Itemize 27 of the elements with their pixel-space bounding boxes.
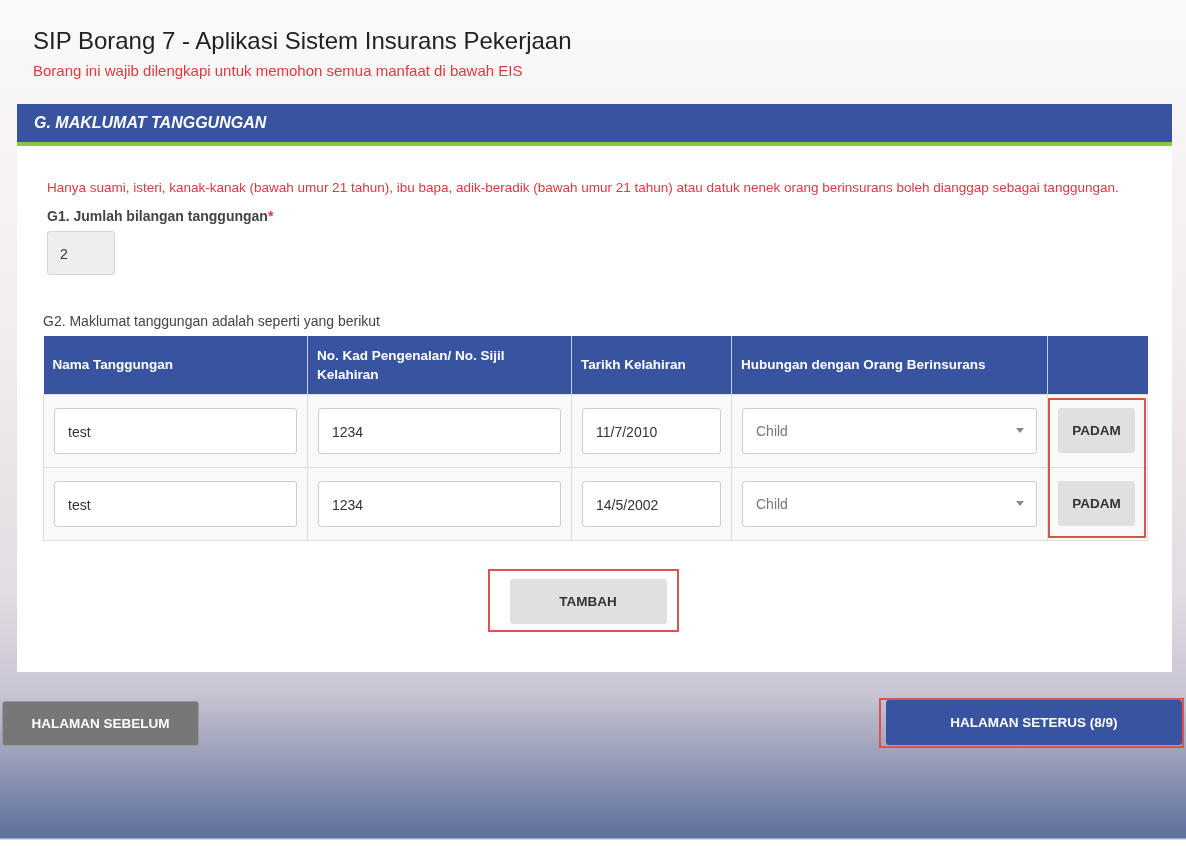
previous-page-button[interactable]: HALAMAN SEBELUM: [2, 700, 199, 746]
page-subtitle: Borang ini wajib dilengkapi untuk memohon semua manfaat di bawah EIS: [33, 62, 524, 79]
date-field[interactable]: 11/7/2010: [582, 407, 721, 454]
caret-icon: [1016, 428, 1024, 433]
column-header: No. Kad Pengenalan/ No. Sijil Kelahiran: [307, 336, 572, 394]
id-number-field[interactable]: 1234: [318, 480, 561, 527]
page-title: SIP Borang 7 - Aplikasi Sistem Insurans Pekerjaan: [33, 26, 573, 56]
delete-button[interactable]: PADAM: [1058, 481, 1135, 526]
required-mark: *: [267, 208, 274, 224]
delete-button[interactable]: PADAM: [1058, 408, 1135, 453]
notice-text: Hanya suami, isteri, kanak-kanak (bawah umur 21 tahun), ibu bapa, adik-beradik (bawah umur 21 tahun) atau datuk nenek orang berinsurans boleh dianggap sebagai tanggungan.: [46, 179, 1120, 197]
caret-icon: [1016, 501, 1024, 506]
section-header: G. MAKLUMAT TANGGUNGAN: [17, 104, 1172, 146]
table-caption: G2. Maklumat tanggungan adalah seperti yang berikut: [43, 313, 381, 329]
name-field[interactable]: test: [54, 407, 297, 454]
next-page-button[interactable]: HALAMAN SETERUS (8/9): [886, 700, 1182, 745]
column-header: Tarikh Kelahiran: [571, 336, 732, 394]
count-field[interactable]: 2: [47, 231, 115, 275]
column-header: Hubungan dengan Orang Berinsurans: [731, 336, 1048, 394]
date-field[interactable]: 14/5/2002: [582, 480, 721, 527]
add-button[interactable]: TAMBAH: [509, 578, 667, 624]
field-label: G1. Jumlah bilangan tanggungan: [47, 208, 268, 224]
relation-dropdown[interactable]: Child: [742, 407, 1037, 454]
id-number-field[interactable]: 1234: [318, 407, 561, 454]
column-header: Nama Tanggungan: [43, 336, 308, 394]
name-field[interactable]: test: [54, 480, 297, 527]
relation-dropdown[interactable]: Child: [742, 480, 1037, 527]
